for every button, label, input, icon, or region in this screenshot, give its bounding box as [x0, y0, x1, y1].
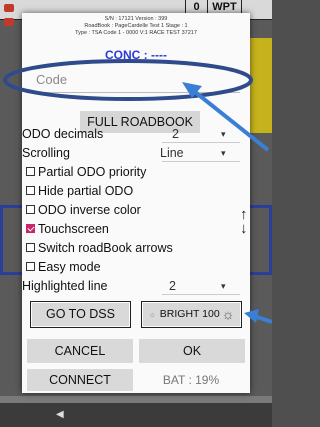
highlighted-line-label: Highlighted line: [22, 279, 108, 293]
select-underline: [162, 142, 240, 143]
scrolling-label: Scrolling: [22, 146, 70, 160]
odo-decimals-value: 2: [172, 127, 179, 141]
code-input[interactable]: [34, 67, 240, 93]
checkbox-odo-inverse-color[interactable]: ODO inverse color: [22, 201, 250, 219]
navigation-bar: ◀: [0, 403, 272, 427]
info-line: Type : TSA Code 1 - 0000 V:1 RACE TEST 3…: [75, 30, 197, 36]
checkbox-touchscreen[interactable]: Touchscreen: [22, 220, 250, 238]
brightness-label: BRIGHT 100: [159, 308, 220, 320]
device-info: S/N : 17121 Version : 399 RoadBook : Pag…: [22, 16, 250, 37]
dropdown-caret-icon: ▾: [221, 281, 226, 291]
background-yellow-panel: [250, 38, 272, 133]
odo-decimals-label: ODO decimals: [22, 127, 104, 141]
dropdown-caret-icon: ▾: [221, 129, 226, 139]
connect-button[interactable]: CONNECT: [27, 369, 133, 391]
checkbox-label: Switch roadBook arrows: [38, 241, 173, 255]
sun-icon: ☼: [221, 306, 235, 322]
select-underline: [162, 294, 240, 295]
checkbox-box[interactable]: [26, 205, 35, 214]
checkbox-box[interactable]: [26, 224, 35, 233]
checkbox-box[interactable]: [26, 186, 35, 195]
ok-button[interactable]: OK: [139, 339, 245, 363]
background-blue-frame-right: [250, 205, 272, 275]
background-blue-frame-left: [0, 205, 22, 275]
battery-status: BAT : 19%: [162, 373, 220, 387]
checkbox-easy-mode[interactable]: Easy mode: [22, 258, 250, 276]
checkbox-switch-roadbook-arrows[interactable]: Switch roadBook arrows: [22, 239, 250, 257]
odo-decimals-row[interactable]: ODO decimals 2 ▾: [22, 125, 250, 143]
settings-dialog: S/N : 17121 Version : 399 RoadBook : Pag…: [22, 13, 250, 393]
red-icon: [4, 18, 14, 26]
dropdown-caret-icon: ▾: [221, 148, 226, 158]
checkbox-label: Easy mode: [38, 260, 101, 274]
checkbox-partial-odo-priority[interactable]: Partial ODO priority: [22, 163, 250, 181]
back-triangle-icon[interactable]: ◀: [56, 409, 64, 420]
checkbox-hide-partial-odo[interactable]: Hide partial ODO: [22, 182, 250, 200]
info-line: RoadBook : PageCardelle Test 1 Stage : 1: [84, 23, 188, 29]
go-to-dss-button[interactable]: GO TO DSS: [32, 303, 129, 326]
sun-small-icon: ☼: [148, 310, 156, 319]
checkbox-label: Touchscreen: [38, 222, 109, 236]
checkbox-label: Partial ODO priority: [38, 165, 147, 179]
checkbox-box[interactable]: [26, 262, 35, 271]
checkbox-label: Hide partial ODO: [38, 184, 134, 198]
scrolling-value: Line: [160, 146, 184, 160]
checkbox-box[interactable]: [26, 167, 35, 176]
select-underline: [162, 161, 240, 162]
checkbox-box[interactable]: [26, 243, 35, 252]
background-left-icons: [4, 4, 18, 32]
red-icon: [4, 4, 14, 12]
brightness-button[interactable]: ☼ BRIGHT 100 ☼: [143, 303, 240, 326]
cancel-button[interactable]: CANCEL: [27, 339, 133, 363]
info-line: S/N : 17121 Version : 399: [104, 16, 168, 22]
highlighted-line-value: 2: [169, 279, 176, 293]
up-down-arrows-icon: ↑ ↓: [240, 206, 248, 237]
conc-label: CONC : ----: [105, 48, 167, 62]
checkbox-label: ODO inverse color: [38, 203, 141, 217]
scrolling-row[interactable]: Scrolling Line ▾: [22, 144, 250, 162]
highlighted-line-row[interactable]: Highlighted line 2 ▾: [22, 277, 250, 295]
